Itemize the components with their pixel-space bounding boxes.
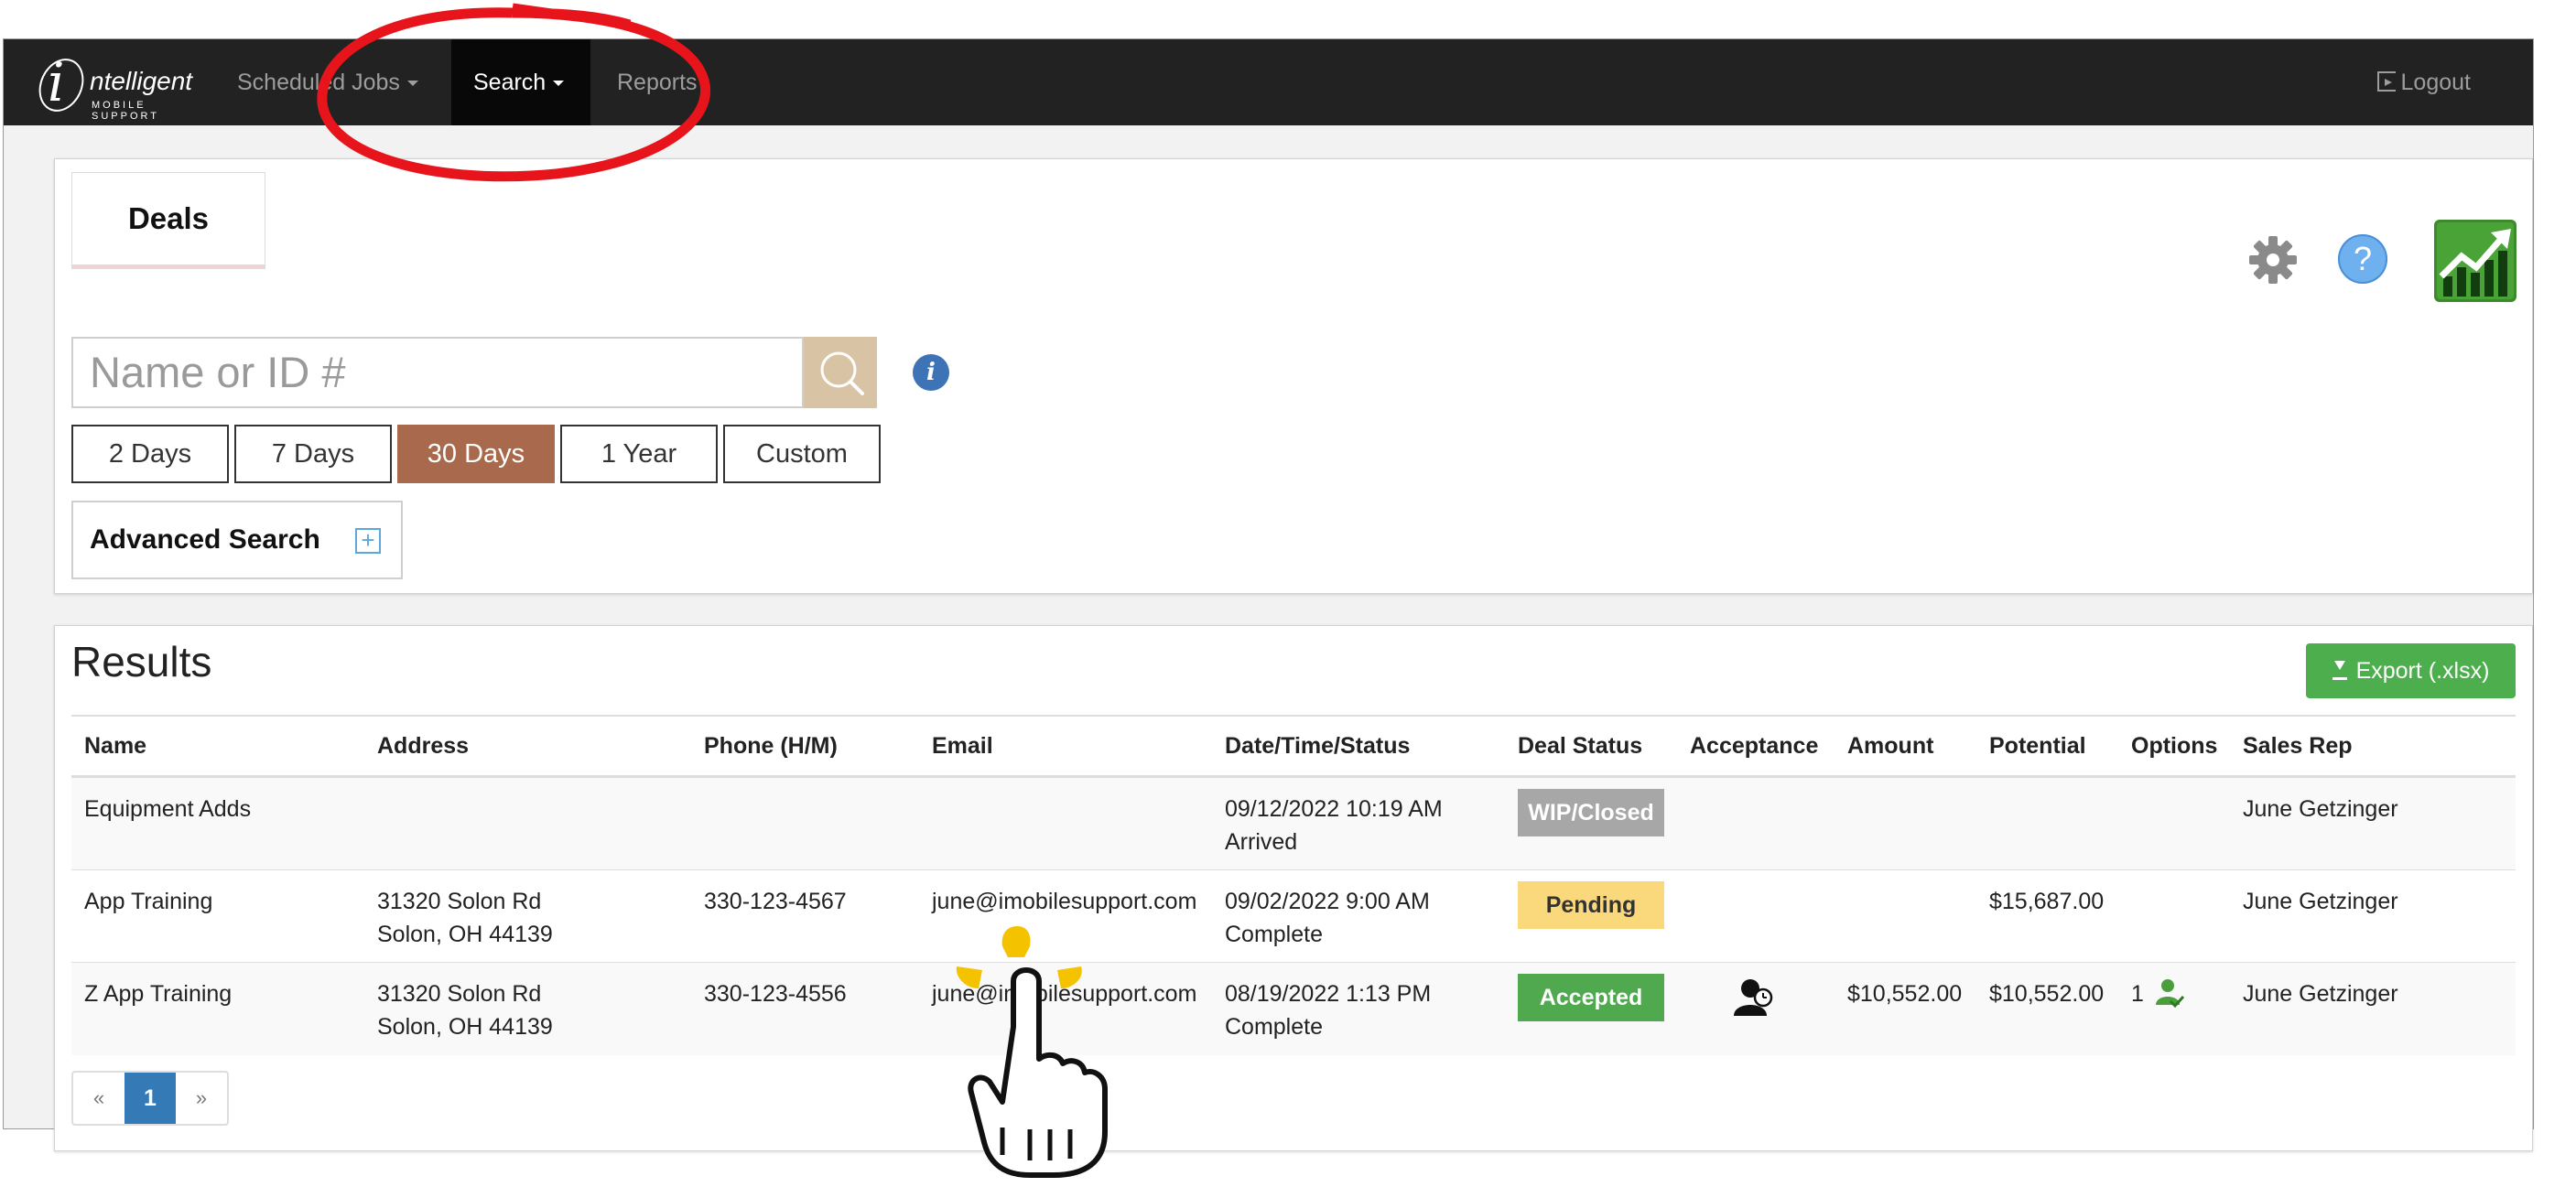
cell-email[interactable]: june@imobilesupport.com xyxy=(919,869,1212,963)
cell-acceptance xyxy=(1677,776,1835,870)
range-30-days-button[interactable]: 30 Days xyxy=(397,425,555,483)
range-2-days-button[interactable]: 2 Days xyxy=(71,425,229,483)
cell-sales-rep: June Getzinger xyxy=(2230,869,2516,963)
range-1-year-button[interactable]: 1 Year xyxy=(560,425,718,483)
column-header[interactable]: Phone (H/M) xyxy=(691,715,919,778)
chevron-down-icon xyxy=(406,81,418,87)
cell-potential: $15,687.00 xyxy=(1976,869,2118,963)
app-window: i ntelligent MOBILE SUPPORT Scheduled Jo… xyxy=(3,38,2534,1151)
cell-name: Z App Training xyxy=(71,962,364,1055)
cell-phone: 330-123-4556 xyxy=(691,962,919,1055)
status-badge: Accepted xyxy=(1518,974,1664,1021)
cell-address: 31320 Solon Rd Solon, OH 44139 xyxy=(364,869,691,963)
cell-email xyxy=(919,776,1212,870)
range-7-days-button[interactable]: 7 Days xyxy=(234,425,392,483)
logo-text: ntelligent xyxy=(90,67,193,95)
deals-panel: Deals ? Name or ID # i 2 Days 7 Days 30 … xyxy=(54,158,2533,594)
nav-reports-label: Reports xyxy=(617,70,698,95)
cell-email[interactable]: june@imobilesupport.com xyxy=(919,962,1212,1055)
results-panel: Results Export (.xlsx) Name Address Phon… xyxy=(54,625,2533,1151)
advanced-search-label: Advanced Search xyxy=(90,524,320,555)
cell-amount xyxy=(1835,776,1976,870)
plus-icon[interactable]: + xyxy=(355,528,381,554)
table-row[interactable]: App Training 31320 Solon Rd Solon, OH 441… xyxy=(71,869,2516,963)
help-icon[interactable]: ? xyxy=(2338,234,2387,284)
search-icon[interactable] xyxy=(804,337,877,408)
cell-deal-status: WIP/Closed xyxy=(1505,776,1677,870)
cell-address xyxy=(364,776,691,870)
column-header[interactable]: Potential xyxy=(1976,715,2118,778)
pager-current-page[interactable]: 1 xyxy=(124,1073,176,1124)
cell-deal-status: Accepted xyxy=(1505,962,1677,1055)
export-xlsx-button[interactable]: Export (.xlsx) xyxy=(2306,643,2516,698)
cell-options xyxy=(2118,776,2230,870)
cell-potential: $10,552.00 xyxy=(1976,962,2118,1055)
cell-datetime: 08/19/2022 1:13 PM Complete xyxy=(1212,962,1505,1055)
cell-datetime: 09/12/2022 10:19 AM Arrived xyxy=(1212,776,1505,870)
cell-options xyxy=(2118,869,2230,963)
pager-prev[interactable]: « xyxy=(73,1073,124,1124)
table-row[interactable]: Equipment Adds 09/12/2022 10:19 AM Arrive… xyxy=(71,776,2516,870)
chevron-down-icon xyxy=(553,81,565,87)
nav-search[interactable]: Search xyxy=(451,39,590,125)
status-badge: WIP/Closed xyxy=(1518,789,1664,836)
results-title: Results xyxy=(71,638,212,685)
user-icon[interactable] xyxy=(1732,977,1776,1018)
user-check-icon[interactable] xyxy=(2154,977,2185,1009)
pager-next[interactable]: » xyxy=(176,1073,227,1124)
search-input[interactable]: Name or ID # xyxy=(71,337,804,408)
info-icon[interactable]: i xyxy=(913,354,949,391)
cell-deal-status: Pending xyxy=(1505,869,1677,963)
gear-icon[interactable] xyxy=(2247,234,2299,286)
advanced-search-toggle[interactable]: Advanced Search + xyxy=(71,501,403,579)
cell-acceptance xyxy=(1677,869,1835,963)
column-header[interactable]: Date/Time/Status xyxy=(1212,715,1505,778)
logo-letter: i xyxy=(48,51,65,113)
range-custom-button[interactable]: Custom xyxy=(723,425,881,483)
column-header[interactable]: Amount xyxy=(1835,715,1976,778)
download-icon xyxy=(2332,661,2347,680)
column-header[interactable]: Options xyxy=(2118,715,2230,778)
cell-name: Equipment Adds xyxy=(71,776,364,870)
cell-acceptance xyxy=(1677,962,1835,1055)
top-navbar: i ntelligent MOBILE SUPPORT Scheduled Jo… xyxy=(4,39,2533,125)
cell-address: 31320 Solon Rd Solon, OH 44139 xyxy=(364,962,691,1055)
chart-up-icon[interactable] xyxy=(2434,220,2516,302)
cell-datetime: 09/02/2022 9:00 AM Complete xyxy=(1212,869,1505,963)
table-header-row: Name Address Phone (H/M) Email Date/Time… xyxy=(71,715,2516,778)
column-header[interactable]: Name xyxy=(71,715,364,778)
nav-scheduled-jobs[interactable]: Scheduled Jobs xyxy=(215,39,440,125)
logout-label: Logout xyxy=(2400,70,2471,95)
column-header[interactable]: Address xyxy=(364,715,691,778)
tab-deals[interactable]: Deals xyxy=(71,172,265,269)
logout-icon xyxy=(2376,71,2396,92)
export-label: Export (.xlsx) xyxy=(2355,658,2490,684)
logout-link[interactable]: Logout xyxy=(2376,39,2471,125)
pagination: « 1 » xyxy=(71,1071,229,1126)
column-header[interactable]: Email xyxy=(919,715,1212,778)
cell-name: App Training xyxy=(71,869,364,963)
nav-search-label: Search xyxy=(473,70,547,95)
status-badge: Pending xyxy=(1518,881,1664,929)
cell-amount xyxy=(1835,869,1976,963)
table-row[interactable]: Z App Training 31320 Solon Rd Solon, OH 4… xyxy=(71,962,2516,1055)
nav-reports[interactable]: Reports xyxy=(595,39,720,125)
column-header[interactable]: Acceptance xyxy=(1677,715,1835,778)
column-header[interactable]: Deal Status xyxy=(1505,715,1677,778)
cell-sales-rep: June Getzinger xyxy=(2230,962,2516,1055)
logo-subtext: MOBILE SUPPORT xyxy=(92,100,159,122)
cell-potential xyxy=(1976,776,2118,870)
column-header[interactable]: Sales Rep xyxy=(2230,715,2516,778)
cell-sales-rep: June Getzinger xyxy=(2230,776,2516,870)
results-table: Name Address Phone (H/M) Email Date/Time… xyxy=(71,715,2516,1055)
options-count: 1 xyxy=(2131,981,2144,1007)
cell-phone: 330-123-4567 xyxy=(691,869,919,963)
cell-amount: $10,552.00 xyxy=(1835,962,1976,1055)
cell-options: 1 xyxy=(2118,962,2230,1055)
cell-phone xyxy=(691,776,919,870)
nav-scheduled-jobs-label: Scheduled Jobs xyxy=(237,70,400,95)
brand-logo[interactable]: i ntelligent MOBILE SUPPORT xyxy=(30,51,214,122)
